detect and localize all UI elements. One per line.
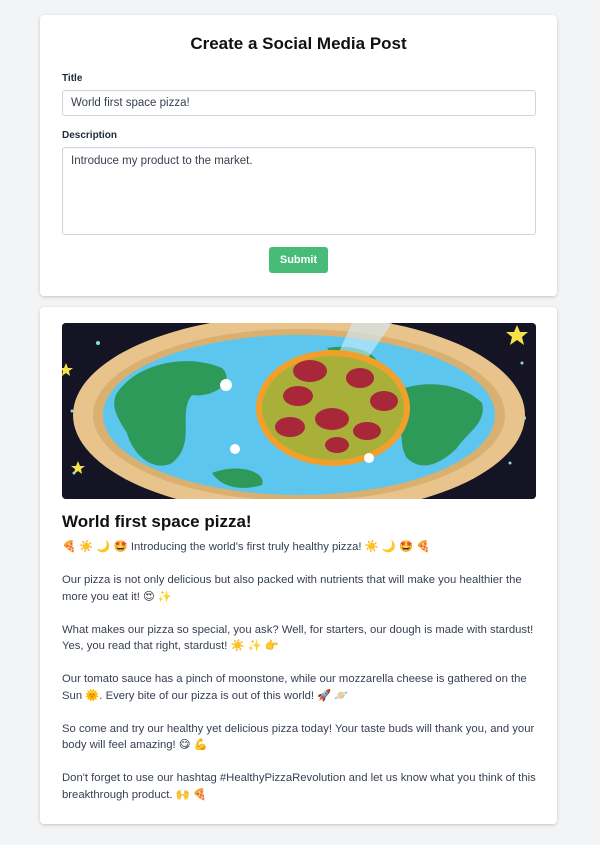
post-paragraph: What makes our pizza so special, you ask… xyxy=(62,623,534,653)
post-paragraph: 🍕 ☀️ 🌙 🤩 Introducing the world's first t… xyxy=(62,541,431,553)
create-post-form-card: Create a Social Media Post Title World f… xyxy=(40,15,557,296)
submit-button[interactable]: Submit xyxy=(269,247,328,273)
description-textarea[interactable]: Introduce my product to the market. xyxy=(62,147,536,235)
form-heading: Create a Social Media Post xyxy=(190,34,407,53)
post-paragraph: Our tomato sauce has a pinch of moonston… xyxy=(62,673,527,702)
title-input[interactable]: World first space pizza! xyxy=(62,90,536,116)
post-body: 🍕 ☀️ 🌙 🤩 Introducing the world's first t… xyxy=(62,539,536,820)
post-paragraph: Our pizza is not only delicious but also… xyxy=(62,574,522,603)
post-preview-card: World first space pizza! 🍕 ☀️ 🌙 🤩 Introd… xyxy=(40,307,557,824)
description-label: Description xyxy=(62,130,118,141)
post-image xyxy=(62,323,536,499)
post-title: World first space pizza! xyxy=(62,512,252,531)
title-label: Title xyxy=(62,73,83,84)
post-paragraph: So come and try our healthy yet deliciou… xyxy=(62,722,535,752)
post-paragraph: Don't forget to use our hashtag #Healthy… xyxy=(62,772,536,801)
